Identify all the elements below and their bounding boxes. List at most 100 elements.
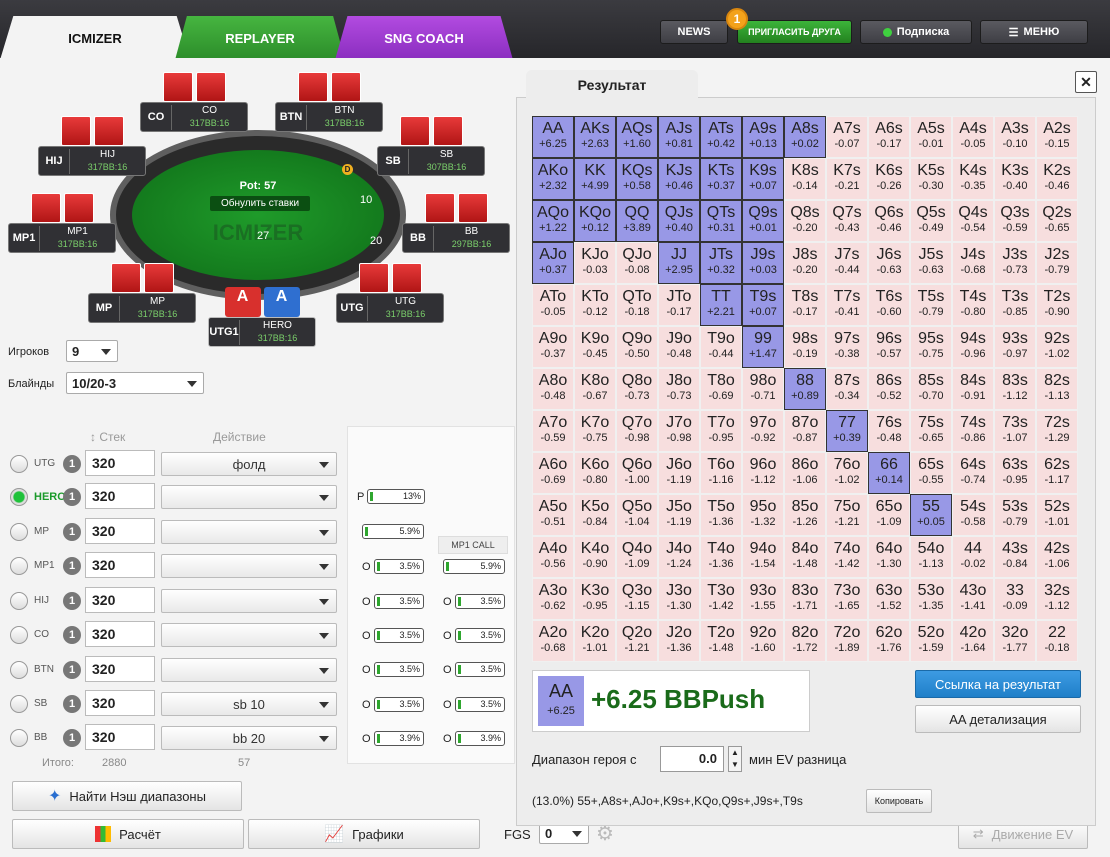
hand-cell[interactable]: J3s -0.73 — [994, 242, 1036, 284]
hand-cell[interactable]: T5s -0.79 — [910, 284, 952, 326]
hand-cell[interactable]: T8s -0.17 — [784, 284, 826, 326]
hand-cell[interactable]: 95o -1.32 — [742, 494, 784, 536]
hand-cell[interactable]: 32s -1.12 — [1036, 578, 1078, 620]
hand-cell[interactable]: KTs +0.37 — [700, 158, 742, 200]
hand-cell[interactable]: A2s -0.15 — [1036, 116, 1078, 158]
hero-radio[interactable] — [10, 695, 28, 713]
hand-cell[interactable]: KQo +0.12 — [574, 200, 616, 242]
hand-cell[interactable]: 53o -1.35 — [910, 578, 952, 620]
action-select[interactable] — [161, 623, 337, 647]
hand-cell[interactable]: A3o -0.62 — [532, 578, 574, 620]
stack-input[interactable]: 320 — [85, 483, 155, 509]
hand-cell[interactable]: K9s +0.07 — [742, 158, 784, 200]
action-select[interactable]: фолд — [161, 452, 337, 476]
tab-replayer[interactable]: REPLAYER — [175, 16, 345, 60]
hand-cell[interactable]: K8s -0.14 — [784, 158, 826, 200]
hand-cell[interactable]: T4o -1.36 — [700, 536, 742, 578]
copy-button[interactable]: Копировать — [866, 789, 932, 813]
hero-radio[interactable] — [10, 626, 28, 644]
seat-mp[interactable]: MP MP 317BB:16 — [88, 263, 196, 323]
hand-cell[interactable]: J3o -1.30 — [658, 578, 700, 620]
hand-cell[interactable]: T3o -1.42 — [700, 578, 742, 620]
hand-cell[interactable]: A8o -0.48 — [532, 368, 574, 410]
hand-cell[interactable]: KK +4.99 — [574, 158, 616, 200]
hand-cell[interactable]: 96o -1.12 — [742, 452, 784, 494]
hand-cell[interactable]: Q7o -0.98 — [616, 410, 658, 452]
hand-cell[interactable]: A6s -0.17 — [868, 116, 910, 158]
hand-cell[interactable]: Q6o -1.00 — [616, 452, 658, 494]
hero-radio[interactable] — [10, 523, 28, 541]
hand-cell[interactable]: K2s -0.46 — [1036, 158, 1078, 200]
hand-cell[interactable]: K7o -0.75 — [574, 410, 616, 452]
hand-cell[interactable]: 85s -0.70 — [910, 368, 952, 410]
invite-friend-button[interactable]: ПРИГЛАСИТЬ ДРУГА — [737, 20, 852, 44]
find-nash-button[interactable]: ✦ Найти Нэш диапазоны — [12, 781, 242, 811]
hand-cell[interactable]: T9s +0.07 — [742, 284, 784, 326]
hand-cell[interactable]: AQs +1.60 — [616, 116, 658, 158]
hand-cell[interactable]: 44 -0.02 — [952, 536, 994, 578]
hero-radio[interactable] — [10, 557, 28, 575]
hand-cell[interactable]: 98o -0.71 — [742, 368, 784, 410]
hand-cell[interactable]: T9o -0.44 — [700, 326, 742, 368]
hero-radio[interactable] — [10, 661, 28, 679]
hand-cell[interactable]: J9s +0.03 — [742, 242, 784, 284]
hand-cell[interactable]: JTs +0.32 — [700, 242, 742, 284]
hand-cell[interactable]: K6o -0.80 — [574, 452, 616, 494]
hand-cell[interactable]: Q9s +0.01 — [742, 200, 784, 242]
hand-cell[interactable]: 65s -0.55 — [910, 452, 952, 494]
seat-utg[interactable]: UTG UTG 317BB:16 — [336, 263, 444, 323]
hero-radio[interactable] — [10, 729, 28, 747]
hand-cell[interactable]: 99 +1.47 — [742, 326, 784, 368]
players-select[interactable]: 9 — [66, 340, 118, 362]
hand-cell[interactable]: AKo +2.32 — [532, 158, 574, 200]
hand-cell[interactable]: 86o -1.06 — [784, 452, 826, 494]
hand-cell[interactable]: A3s -0.10 — [994, 116, 1036, 158]
hand-cell[interactable]: 92o -1.60 — [742, 620, 784, 662]
stack-input[interactable]: 320 — [85, 450, 155, 476]
hand-cell[interactable]: J7o -0.98 — [658, 410, 700, 452]
hand-cell[interactable]: T6s -0.60 — [868, 284, 910, 326]
hand-cell[interactable]: T5o -1.36 — [700, 494, 742, 536]
menu-button[interactable]: ☰ МЕНЮ — [980, 20, 1088, 44]
seat-hero[interactable]: A A UTG1 HERO 317BB:16 — [208, 287, 316, 347]
stack-input[interactable]: 320 — [85, 690, 155, 716]
hand-cell[interactable]: 84s -0.91 — [952, 368, 994, 410]
hand-cell[interactable]: 94o -1.54 — [742, 536, 784, 578]
hand-cell[interactable]: 63s -0.95 — [994, 452, 1036, 494]
detail-button[interactable]: AA детализация — [915, 705, 1081, 733]
stack-input[interactable]: 320 — [85, 518, 155, 544]
hand-cell[interactable]: J9o -0.48 — [658, 326, 700, 368]
action-select[interactable] — [161, 589, 337, 613]
hand-cell[interactable]: 72s -1.29 — [1036, 410, 1078, 452]
hand-cell[interactable]: A8s +0.02 — [784, 116, 826, 158]
hand-cell[interactable]: K5s -0.30 — [910, 158, 952, 200]
hand-cell[interactable]: 98s -0.19 — [784, 326, 826, 368]
hand-cell[interactable]: T8o -0.69 — [700, 368, 742, 410]
seat-btn[interactable]: BTN BTN 317BB:16 — [275, 72, 383, 132]
hand-cell[interactable]: Q4s -0.54 — [952, 200, 994, 242]
action-select[interactable] — [161, 658, 337, 682]
seat-co[interactable]: CO CO 317BB:16 — [140, 72, 248, 132]
hand-cell[interactable]: K7s -0.21 — [826, 158, 868, 200]
hand-cell[interactable]: 55 +0.05 — [910, 494, 952, 536]
hero-radio[interactable] — [10, 488, 28, 506]
hand-cell[interactable]: Q9o -0.50 — [616, 326, 658, 368]
tab-icmizer[interactable]: ICMIZER — [0, 16, 190, 60]
reset-bets-button[interactable]: Обнулить ставки — [210, 196, 310, 211]
hand-cell[interactable]: Q3o -1.15 — [616, 578, 658, 620]
hand-cell[interactable]: 77 +0.39 — [826, 410, 868, 452]
action-select[interactable]: bb 20 — [161, 726, 337, 750]
seat-hij[interactable]: HIJ HIJ 317BB:16 — [38, 116, 146, 176]
news-button[interactable]: NEWS — [660, 20, 728, 44]
hand-cell[interactable]: 83o -1.71 — [784, 578, 826, 620]
hand-cell[interactable]: 97o -0.92 — [742, 410, 784, 452]
hand-cell[interactable]: AJo +0.37 — [532, 242, 574, 284]
hand-cell[interactable]: J2s -0.79 — [1036, 242, 1078, 284]
hand-cell[interactable]: 75s -0.65 — [910, 410, 952, 452]
hand-cell[interactable]: QQ +3.89 — [616, 200, 658, 242]
hand-cell[interactable]: 63o -1.52 — [868, 578, 910, 620]
hand-cell[interactable]: TT +2.21 — [700, 284, 742, 326]
stack-input[interactable]: 320 — [85, 587, 155, 613]
hand-cell[interactable]: 96s -0.57 — [868, 326, 910, 368]
hand-cell[interactable]: 42o -1.64 — [952, 620, 994, 662]
